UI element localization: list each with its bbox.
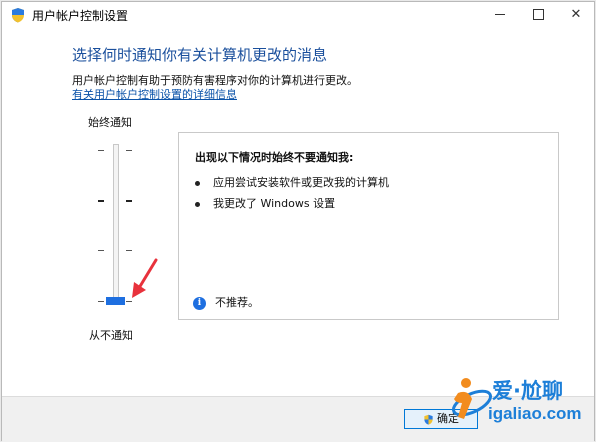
slider-tick [98,301,104,302]
slider-top-label: 始终通知 [88,116,132,129]
bullet-text: 应用尝试安装软件或更改我的计算机 [213,176,389,189]
watermark: 爱·尬聊 igaliao.com [444,373,592,431]
details-link[interactable]: 有关用户帐户控制设置的详细信息 [72,86,237,102]
panel-heading: 出现以下情况时始终不要通知我: [195,151,354,164]
watermark-brand: 爱·尬聊 [492,379,563,403]
panel-bullet-item: 我更改了 Windows 设置 [195,195,335,211]
slider-thumb[interactable] [106,297,125,305]
slider-track[interactable] [113,144,119,304]
slider-tick [126,250,132,251]
description-panel: 出现以下情况时始终不要通知我: 应用尝试安装软件或更改我的计算机 我更改了 Wi… [178,132,559,320]
bullet-dot-icon [195,201,200,207]
bullet-dot-icon [195,180,200,186]
slider-tick [98,150,104,151]
window-title: 用户帐户控制设置 [32,9,129,23]
minimize-button[interactable] [483,2,517,28]
uac-shield-icon [424,414,433,425]
watermark-domain: igaliao.com [488,404,582,423]
site-logo-icon [451,378,493,419]
minimize-icon [495,14,505,15]
slider-tick [98,200,104,202]
panel-bullet-item: 应用尝试安装软件或更改我的计算机 [195,174,389,190]
slider-tick [98,250,104,251]
red-arrow-annotation [132,258,158,298]
uac-shield-icon [12,8,24,23]
info-message: i 不推荐。 [193,294,259,310]
info-text: 不推荐。 [215,296,259,309]
close-button[interactable]: ✕ [559,2,593,28]
slider-tick [126,150,132,151]
bullet-text: 我更改了 Windows 设置 [213,197,336,210]
info-icon: i [193,296,206,310]
close-icon: ✕ [570,7,582,22]
maximize-button[interactable] [521,2,555,28]
page-heading: 选择何时通知你有关计算机更改的消息 [72,46,328,64]
maximize-icon [532,9,544,20]
slider-bottom-label: 从不通知 [89,329,133,342]
slider-tick [126,200,132,202]
title-bar[interactable]: 用户帐户控制设置 ✕ [2,2,594,28]
